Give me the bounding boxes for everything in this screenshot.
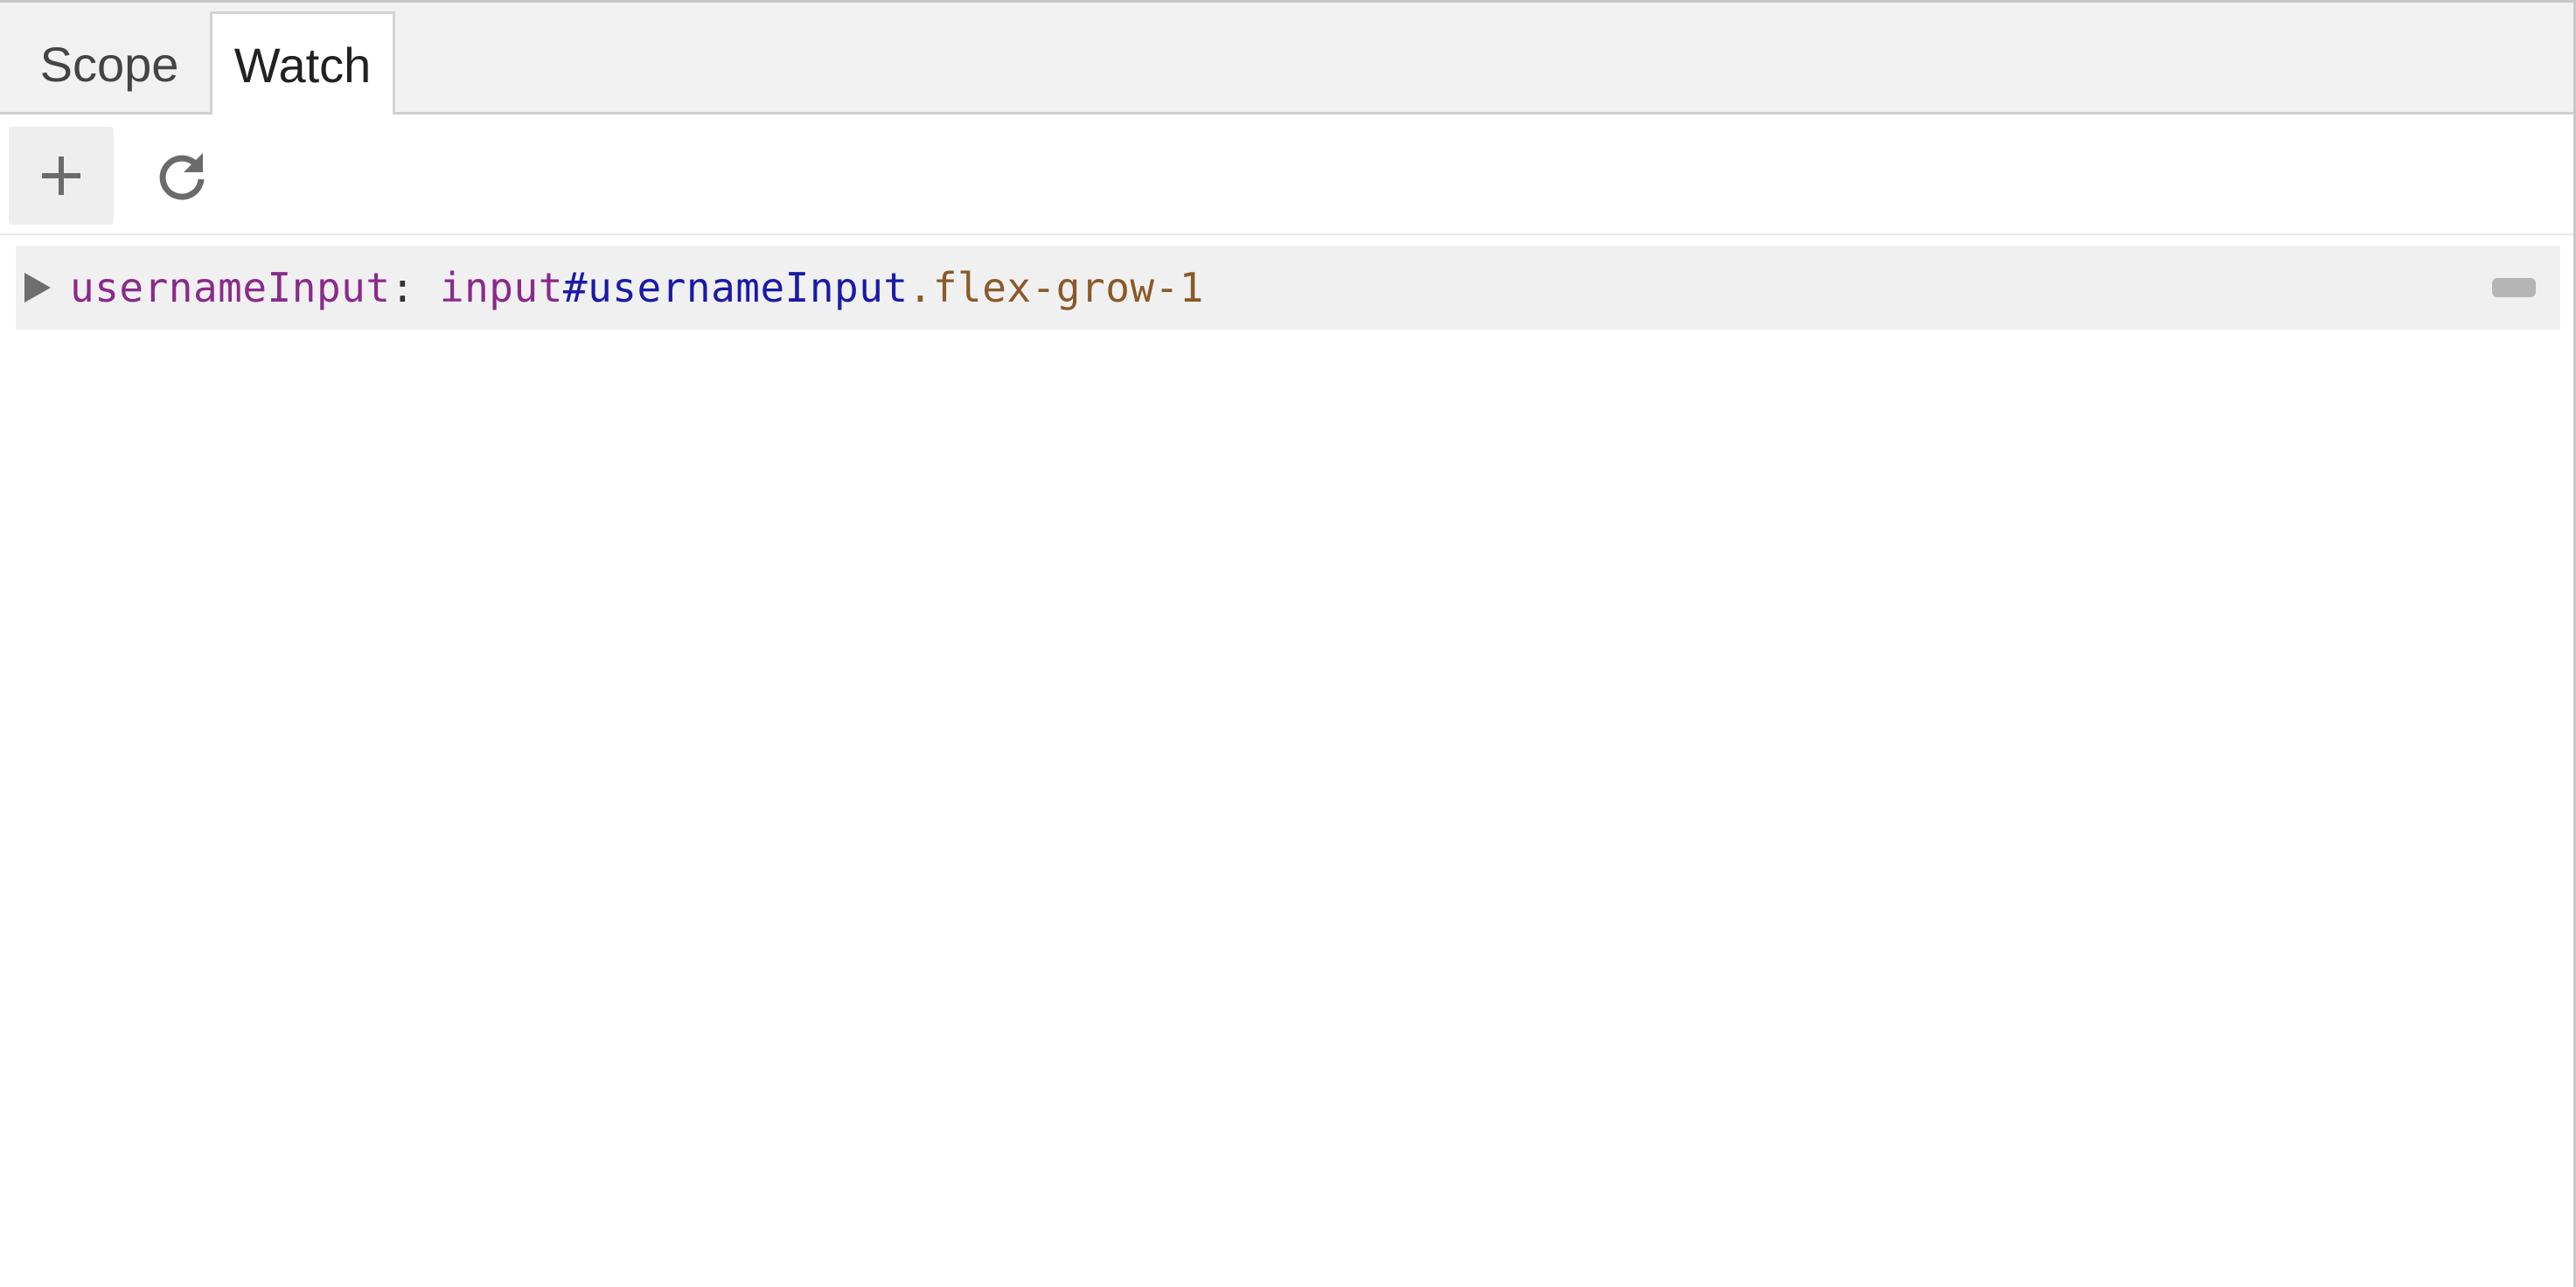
watch-toolbar bbox=[0, 115, 2573, 235]
watch-expression-name: usernameInput bbox=[70, 264, 391, 311]
watch-value-id: #usernameInput bbox=[562, 264, 909, 311]
watch-expression-text: usernameInput: input#usernameInput.flex-… bbox=[70, 264, 1204, 311]
refresh-icon bbox=[159, 153, 205, 200]
expand-arrow-icon[interactable] bbox=[24, 273, 51, 303]
add-watch-expression-button[interactable] bbox=[9, 127, 114, 225]
debugger-sidebar-panel: Scope Watch usernameInput: input#usernam… bbox=[0, 0, 2576, 1287]
tab-scope[interactable]: Scope bbox=[17, 11, 201, 116]
plus-icon bbox=[42, 157, 80, 195]
watch-expression-row[interactable]: usernameInput: input#usernameInput.flex-… bbox=[16, 246, 2560, 330]
watch-separator: : bbox=[390, 264, 440, 311]
watch-value-tag: input bbox=[439, 264, 563, 311]
watch-value-class: .flex-grow-1 bbox=[908, 264, 1204, 311]
refresh-watch-expressions-button[interactable] bbox=[129, 127, 234, 225]
tab-watch[interactable]: Watch bbox=[210, 11, 395, 116]
remove-watch-expression-button[interactable] bbox=[2492, 278, 2536, 297]
tab-bar: Scope Watch bbox=[0, 3, 2573, 116]
